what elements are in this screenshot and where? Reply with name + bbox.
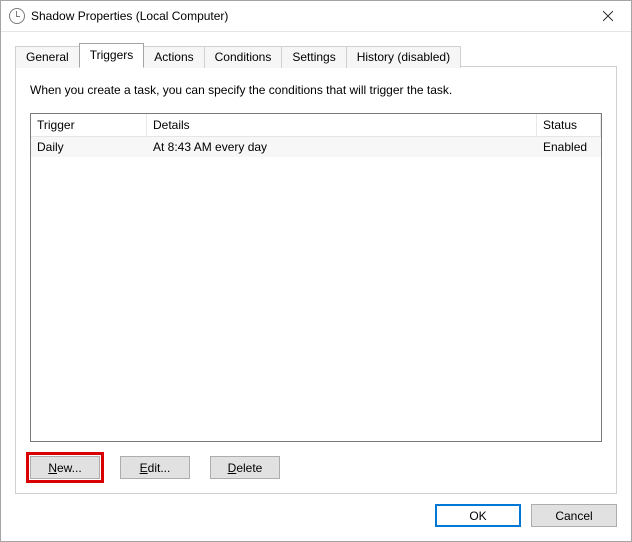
table-row[interactable]: Daily At 8:43 AM every day Enabled [31, 137, 601, 157]
dialog-window: Shadow Properties (Local Computer) Gener… [0, 0, 632, 542]
cell-details: At 8:43 AM every day [147, 137, 537, 157]
tab-general[interactable]: General [15, 46, 80, 68]
ok-button[interactable]: OK [435, 504, 521, 527]
listview-body: Daily At 8:43 AM every day Enabled [31, 137, 601, 441]
tab-label: Triggers [90, 48, 134, 62]
page-description: When you create a task, you can specify … [30, 83, 602, 97]
column-header-trigger[interactable]: Trigger [31, 114, 147, 136]
button-label: Delete [228, 461, 263, 475]
tabpage-triggers: When you create a task, you can specify … [15, 66, 617, 494]
edit-button[interactable]: Edit... [120, 456, 190, 479]
close-button[interactable] [585, 1, 631, 31]
cancel-button[interactable]: Cancel [531, 504, 617, 527]
button-label: New... [48, 461, 81, 475]
tab-conditions[interactable]: Conditions [204, 46, 283, 68]
window-title: Shadow Properties (Local Computer) [31, 9, 585, 23]
tab-triggers[interactable]: Triggers [79, 43, 145, 67]
tab-settings[interactable]: Settings [281, 46, 346, 68]
client-area: General Triggers Actions Conditions Sett… [1, 32, 631, 541]
cell-trigger: Daily [31, 137, 147, 157]
tab-label: General [26, 50, 69, 64]
button-label: OK [469, 509, 486, 523]
clock-icon [9, 8, 25, 24]
close-icon [603, 11, 613, 21]
listview-header: Trigger Details Status [31, 114, 601, 137]
cell-status: Enabled [537, 137, 601, 157]
dialog-footer: OK Cancel [1, 494, 631, 541]
new-button[interactable]: New... [30, 456, 100, 479]
tab-label: History (disabled) [357, 50, 450, 64]
tab-label: Settings [292, 50, 335, 64]
column-header-status[interactable]: Status [537, 114, 601, 136]
tab-history[interactable]: History (disabled) [346, 46, 461, 68]
column-header-details[interactable]: Details [147, 114, 537, 136]
button-label: Edit... [140, 461, 171, 475]
tab-label: Actions [154, 50, 193, 64]
trigger-buttons: New... Edit... Delete [30, 456, 602, 479]
button-label: Cancel [555, 509, 592, 523]
titlebar: Shadow Properties (Local Computer) [1, 1, 631, 32]
trigger-listview[interactable]: Trigger Details Status Daily At 8:43 AM … [30, 113, 602, 442]
tabstrip: General Triggers Actions Conditions Sett… [1, 32, 631, 66]
delete-button[interactable]: Delete [210, 456, 280, 479]
tab-label: Conditions [215, 50, 272, 64]
tab-actions[interactable]: Actions [143, 46, 204, 68]
